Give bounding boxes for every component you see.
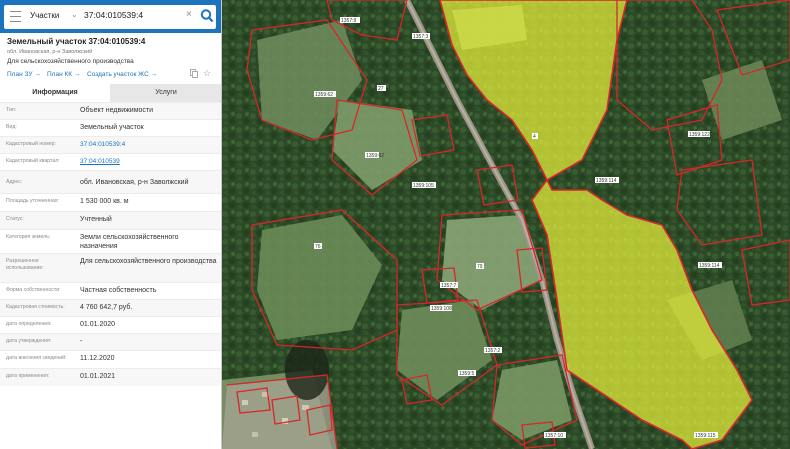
parcel-label: 1359:114 bbox=[596, 178, 617, 184]
parcel-label: 1359:114 bbox=[699, 263, 720, 269]
create-parcel-link[interactable]: Создать участок ЖС → bbox=[87, 71, 157, 78]
parcel-label: 79 bbox=[477, 264, 483, 270]
info-label: Тип: bbox=[6, 107, 17, 113]
map-view[interactable]: 1357:9 1357:3 1359:62 27 1359:62 1359:10… bbox=[222, 0, 790, 449]
info-row: Кадастровый квартал: 37:04:010539 bbox=[0, 153, 221, 170]
parcel-label: 1359:105 bbox=[413, 183, 434, 189]
info-value: обл. Ивановская, р-н Заволжский bbox=[80, 179, 189, 186]
info-row: дата внесения сведений: 11.12.2020 bbox=[0, 350, 221, 368]
parcel-label: 1359:122 bbox=[689, 132, 710, 138]
layer-select[interactable]: Участки bbox=[30, 11, 59, 20]
info-value: - bbox=[80, 338, 83, 345]
info-row: дата утверждения: - bbox=[0, 333, 221, 350]
search-bar: Участки ⌄ 37:04:010539:4 × bbox=[0, 0, 221, 33]
object-address: обл. Ивановская, р-н Заволжский bbox=[7, 49, 93, 55]
parcel-label: 1357:2 bbox=[485, 348, 501, 354]
info-row: дата применения: 01.01.2021 bbox=[0, 368, 221, 386]
parcel-label: 1359:115 bbox=[695, 433, 716, 439]
info-value: Объект недвижимости bbox=[80, 107, 154, 114]
info-row: Площадь уточненная: 1 530 000 кв. м bbox=[0, 193, 221, 211]
info-value: Земельный участок bbox=[80, 124, 144, 131]
parcel-label: 1357:9 bbox=[341, 18, 357, 24]
copy-icon[interactable] bbox=[190, 69, 198, 78]
close-icon[interactable]: × bbox=[186, 9, 192, 20]
info-label: дата определения: bbox=[6, 321, 52, 327]
info-row: Категория земель: Земли сельскохозяйстве… bbox=[0, 229, 221, 253]
search-icon[interactable] bbox=[200, 8, 214, 24]
info-value: 11.12.2020 bbox=[80, 355, 115, 362]
info-value: 01.01.2020 bbox=[80, 321, 116, 328]
info-panel: Участки ⌄ 37:04:010539:4 × Земельный уча… bbox=[0, 0, 222, 449]
plan-zu-link[interactable]: План ЗУ → bbox=[7, 71, 41, 78]
info-label: Форма собственности: bbox=[6, 287, 61, 293]
search-input[interactable]: 37:04:010539:4 bbox=[84, 10, 143, 20]
info-label: Кадастровый номер: bbox=[6, 141, 56, 147]
parcel-label: 1359:108 bbox=[431, 306, 452, 312]
tab-information[interactable]: Информация bbox=[0, 84, 110, 104]
parcel-label: 1357:7 bbox=[441, 283, 457, 289]
info-label: Площадь уточненная: bbox=[6, 198, 60, 204]
parcel-label: 1359:62 bbox=[366, 153, 384, 159]
info-label: Адрес: bbox=[6, 179, 23, 185]
info-label: дата внесения сведений: bbox=[6, 355, 67, 361]
parcel-label: 4 bbox=[533, 134, 536, 140]
info-row: Вид: Земельный участок bbox=[0, 119, 221, 136]
info-value: Учтенный bbox=[80, 216, 112, 223]
parcel-label: 27 bbox=[378, 86, 384, 92]
info-row: дата определения: 01.01.2020 bbox=[0, 316, 221, 333]
tab-bar: Информация Услуги bbox=[0, 84, 221, 104]
info-value: Частная собственность bbox=[80, 287, 157, 294]
info-label: Вид: bbox=[6, 124, 17, 130]
pond bbox=[285, 340, 329, 400]
info-label: Статус: bbox=[6, 216, 24, 222]
info-label: дата применения: bbox=[6, 373, 50, 379]
info-label: Кадастровый квартал: bbox=[6, 158, 60, 164]
parcel-label: 1357:10 bbox=[545, 433, 563, 439]
info-value: Земли сельскохозяйственного назначения bbox=[80, 234, 179, 250]
info-row: Адрес: обл. Ивановская, р-н Заволжский bbox=[0, 170, 221, 193]
info-row: Тип: Объект недвижимости bbox=[0, 102, 221, 119]
info-value: 01.01.2021 bbox=[80, 373, 116, 380]
plan-kk-link[interactable]: План КК → bbox=[47, 71, 80, 78]
info-value: 1 530 000 кв. м bbox=[80, 198, 129, 205]
info-label: Кадастровая стоимость: bbox=[6, 304, 65, 310]
info-label: Разрешенное использование: bbox=[6, 258, 44, 271]
chevron-down-icon[interactable]: ⌄ bbox=[71, 10, 78, 19]
cadastral-quarter-link[interactable]: 37:04:010539 bbox=[80, 157, 218, 166]
object-title: Земельный участок 37:04:010539:4 bbox=[7, 37, 146, 46]
info-value: Для сельскохозяйственного производства bbox=[80, 258, 217, 265]
cadastral-number-link[interactable]: 37:04:010539:4 bbox=[80, 140, 218, 149]
parcel-label: 1357:3 bbox=[413, 34, 429, 40]
parcel-label: 1359:5 bbox=[459, 371, 475, 377]
parcel-label: 1359:62 bbox=[315, 92, 333, 98]
info-row: Разрешенное использование: Для сельскохо… bbox=[0, 253, 221, 282]
parcel-label: 76 bbox=[315, 244, 321, 250]
search-box[interactable]: Участки ⌄ 37:04:010539:4 × bbox=[4, 5, 216, 29]
info-row: Кадастровый номер: 37:04:010539:4 bbox=[0, 136, 221, 153]
menu-icon[interactable] bbox=[10, 11, 21, 22]
info-row: Статус: Учтенный bbox=[0, 211, 221, 229]
info-label: Категория земель: bbox=[6, 234, 51, 240]
info-value: 4 760 642,7 руб. bbox=[80, 304, 133, 311]
info-row: Кадастровая стоимость: 4 760 642,7 руб. bbox=[0, 299, 221, 316]
tab-services[interactable]: Услуги bbox=[110, 84, 221, 102]
info-label: дата утверждения: bbox=[6, 338, 52, 344]
star-icon[interactable]: ☆ bbox=[203, 68, 211, 78]
satellite-map: 1357:9 1357:3 1359:62 27 1359:62 1359:10… bbox=[222, 0, 790, 449]
info-row: Форма собственности: Частная собственнос… bbox=[0, 282, 221, 299]
object-purpose: Для сельскохозяйственного производства bbox=[7, 58, 134, 65]
